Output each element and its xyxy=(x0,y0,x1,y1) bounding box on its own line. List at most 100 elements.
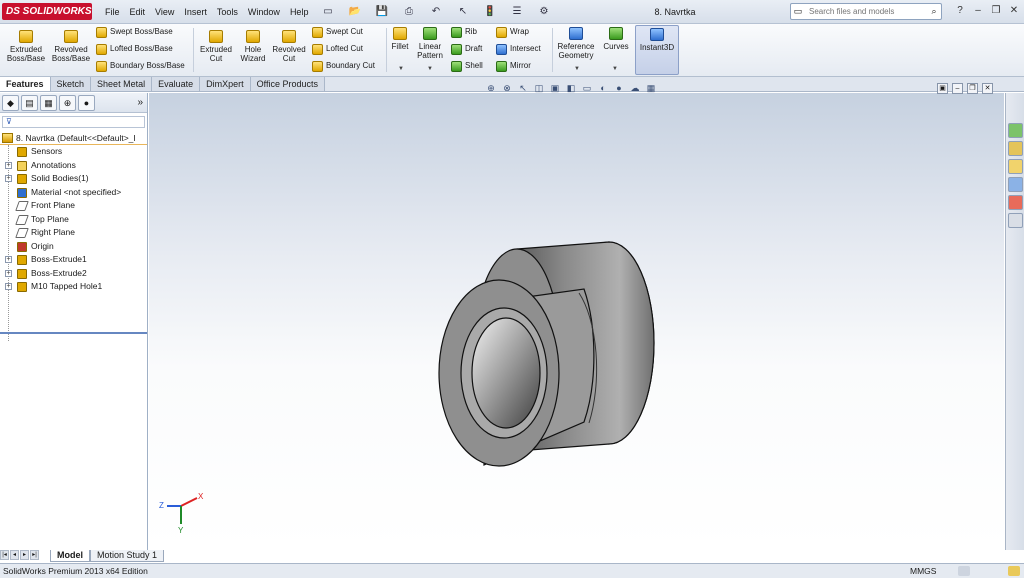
save-icon[interactable]: 💾 xyxy=(370,3,394,20)
zoom-area-icon[interactable]: ⊗ xyxy=(500,82,514,94)
expand-toggle-icon[interactable]: + xyxy=(5,175,12,182)
reference-geometry-button[interactable]: Reference Geometry xyxy=(555,27,597,60)
instant3d-button[interactable]: Instant3D xyxy=(635,25,679,75)
quick-tips-icon[interactable] xyxy=(1008,566,1020,576)
tree-item[interactable]: + Boss-Extrude2 xyxy=(0,267,147,281)
file-explorer-icon[interactable] xyxy=(1008,159,1023,174)
expand-toggle-icon[interactable]: + xyxy=(5,269,12,277)
dynamic-annotation-icon[interactable]: ▣ xyxy=(548,82,562,94)
tree-item[interactable]: Material <not specified> xyxy=(0,186,147,200)
tree-item[interactable]: Sensors xyxy=(0,145,147,159)
previous-view-icon[interactable]: ↖ xyxy=(516,82,530,94)
menu-insert[interactable]: Insert xyxy=(179,0,212,24)
extruded-cut-button[interactable]: Extruded Cut xyxy=(197,30,235,63)
extruded-boss-button[interactable]: Extruded Boss/Base xyxy=(4,30,48,63)
tab-motion-study[interactable]: Motion Study 1 xyxy=(90,550,165,562)
unit-menu-icon[interactable] xyxy=(958,566,970,576)
tree-item[interactable]: Top Plane xyxy=(0,213,147,227)
expand-toggle-icon[interactable]: + xyxy=(5,161,12,169)
undo-icon[interactable]: ↶ xyxy=(424,3,448,20)
expand-toggle-icon[interactable]: + xyxy=(5,256,12,263)
view-orientation-icon[interactable]: ◧ xyxy=(564,82,578,94)
file-properties-icon[interactable]: ☰ xyxy=(505,3,529,20)
wrap-button[interactable]: Wrap xyxy=(496,25,529,39)
boundary-boss-button[interactable]: Boundary Boss/Base xyxy=(96,59,185,73)
tree-filter[interactable]: ⊽ xyxy=(2,116,145,128)
search-icon[interactable]: ⌕ xyxy=(927,6,941,17)
minimize-icon[interactable]: – xyxy=(970,3,986,19)
reference-dropdown-icon[interactable]: ▼ xyxy=(574,66,580,72)
menu-tools[interactable]: Tools xyxy=(212,0,243,24)
tree-item[interactable]: + Solid Bodies(1) xyxy=(0,172,147,186)
search-input[interactable] xyxy=(805,4,927,19)
viewport-layout-icon[interactable]: ▣ xyxy=(937,83,948,94)
options-icon[interactable]: ⚙ xyxy=(532,3,556,20)
tab-evaluate[interactable]: Evaluate xyxy=(152,77,201,91)
boundary-cut-button[interactable]: Boundary Cut xyxy=(312,59,375,73)
menu-window[interactable]: Window xyxy=(243,0,285,24)
intersect-button[interactable]: Intersect xyxy=(496,42,541,56)
graphics-area[interactable]: X Z Y xyxy=(149,93,1004,550)
draft-button[interactable]: Draft xyxy=(451,42,482,56)
tree-item[interactable]: + M10 Tapped Hole1 xyxy=(0,280,147,294)
help-icon[interactable]: ? xyxy=(952,3,968,19)
lofted-boss-button[interactable]: Lofted Boss/Base xyxy=(96,42,173,56)
search-scope-icon[interactable]: ▭ xyxy=(791,6,805,17)
swept-boss-button[interactable]: Swept Boss/Base xyxy=(96,25,173,39)
search-box[interactable]: ▭ ⌕ xyxy=(790,3,942,20)
apply-scene-icon[interactable]: ☁ xyxy=(628,82,642,94)
tab-features[interactable]: Features xyxy=(0,77,51,91)
section-view-icon[interactable]: ◫ xyxy=(532,82,546,94)
appearances-scenes-icon[interactable] xyxy=(1008,195,1023,210)
tree-item[interactable]: Right Plane xyxy=(0,226,147,240)
curves-button[interactable]: Curves xyxy=(600,27,632,51)
configuration-manager-icon[interactable]: ▦ xyxy=(40,94,57,111)
viewport-close-icon[interactable]: ✕ xyxy=(982,83,993,94)
custom-properties-icon[interactable] xyxy=(1008,213,1023,228)
print-icon[interactable]: ⎙ xyxy=(397,3,421,20)
view-palette-icon[interactable] xyxy=(1008,177,1023,192)
lofted-cut-button[interactable]: Lofted Cut xyxy=(312,42,363,56)
edit-appearance-icon[interactable]: ● xyxy=(612,82,626,94)
scroll-last-icon[interactable]: ▸| xyxy=(30,550,39,560)
solidworks-resources-icon[interactable] xyxy=(1008,123,1023,138)
viewport-restore-icon[interactable]: ❐ xyxy=(967,83,978,94)
close-icon[interactable]: ✕ xyxy=(1006,3,1022,19)
unit-system[interactable]: MMGS xyxy=(910,564,936,578)
fillet-button[interactable]: Fillet xyxy=(389,27,411,51)
expand-panel-icon[interactable]: » xyxy=(137,97,143,108)
fillet-dropdown-icon[interactable]: ▼ xyxy=(398,66,404,72)
open-folder-icon[interactable]: 📂 xyxy=(343,3,367,20)
tree-item[interactable]: Front Plane xyxy=(0,199,147,213)
tree-item[interactable]: + Boss-Extrude1 xyxy=(0,253,147,267)
new-document-icon[interactable]: ▭ xyxy=(316,3,340,20)
pattern-dropdown-icon[interactable]: ▼ xyxy=(427,66,433,72)
tab-model[interactable]: Model xyxy=(50,550,90,562)
tab-sketch[interactable]: Sketch xyxy=(50,77,92,91)
restore-icon[interactable]: ❐ xyxy=(988,3,1004,19)
bushing-part-model[interactable] xyxy=(438,241,655,467)
scroll-next-icon[interactable]: ▸ xyxy=(20,550,29,560)
menu-file[interactable]: File xyxy=(100,0,125,24)
rib-button[interactable]: Rib xyxy=(451,25,477,39)
tab-office-products[interactable]: Office Products xyxy=(250,77,325,91)
linear-pattern-button[interactable]: Linear Pattern xyxy=(412,27,448,60)
dimxpert-manager-icon[interactable]: ⊕ xyxy=(59,94,76,111)
revolved-boss-button[interactable]: Revolved Boss/Base xyxy=(50,30,92,63)
rollback-bar[interactable] xyxy=(0,332,147,334)
scroll-prev-icon[interactable]: ◂ xyxy=(10,550,19,560)
scroll-first-icon[interactable]: |◂ xyxy=(0,550,9,560)
view-settings-icon[interactable]: ▦ xyxy=(644,82,658,94)
feature-manager-tree-icon[interactable]: ◆ xyxy=(2,94,19,111)
hide-show-items-icon[interactable]: ◐ xyxy=(596,82,610,94)
display-style-icon[interactable]: ▭ xyxy=(580,82,594,94)
zoom-to-fit-icon[interactable]: ⊕ xyxy=(484,82,498,94)
shell-button[interactable]: Shell xyxy=(451,59,483,73)
tree-item[interactable]: + Annotations xyxy=(0,159,147,173)
expand-toggle-icon[interactable]: + xyxy=(5,283,12,290)
menu-view[interactable]: View xyxy=(150,0,179,24)
hole-wizard-button[interactable]: Hole Wizard xyxy=(237,30,269,63)
tab-sheet-metal[interactable]: Sheet Metal xyxy=(91,77,153,91)
rebuild-icon[interactable]: 🚦 xyxy=(478,3,502,20)
tree-item[interactable]: Origin xyxy=(0,240,147,254)
